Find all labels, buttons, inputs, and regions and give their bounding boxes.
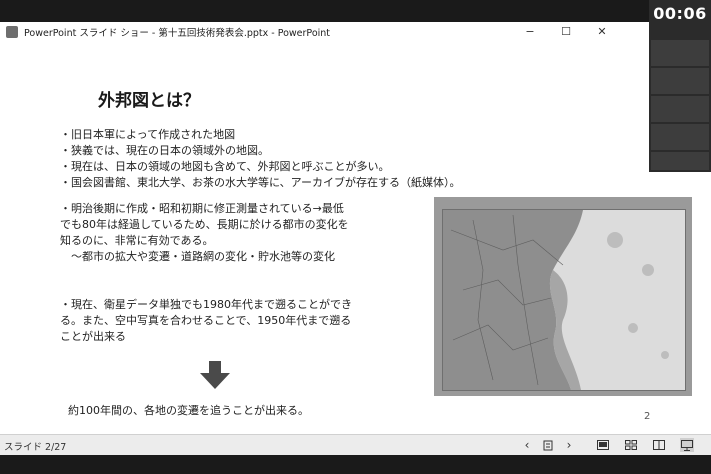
participant-video-tile[interactable] bbox=[651, 152, 709, 170]
bullet-text: ～都市の拡大や変遷・道路網の変化・貯水池等の変化 bbox=[60, 250, 335, 263]
window-title-bar: PowerPoint スライド ショー - 第十五回技術発表会.pptx - P… bbox=[0, 22, 711, 42]
reading-view-icon[interactable] bbox=[652, 438, 666, 452]
next-slide-icon[interactable]: › bbox=[562, 438, 576, 452]
slideshow-view-icon[interactable] bbox=[680, 438, 694, 452]
slide-counter: スライド 2/27 bbox=[4, 442, 67, 453]
bullet-text: でも80年は経過しているため、長期に於ける都市の変化を bbox=[60, 218, 349, 231]
bullet-text: ・旧日本軍によって作成された地図 bbox=[60, 128, 236, 141]
presentation-status-bar: スライド 2/27 ‹ › bbox=[0, 434, 711, 455]
window-title: PowerPoint スライド ショー - 第十五回技術発表会.pptx - P… bbox=[24, 28, 331, 39]
slide-canvas[interactable]: 外邦図とは？ ・旧日本軍によって作成された地図 ・狭義では、現在の日本の領域外の… bbox=[0, 42, 711, 434]
meeting-participant-panel: 00:06 bbox=[649, 0, 711, 172]
bullet-text: ・明治後期に作成・昭和初期に修正測量されている→最低 bbox=[60, 202, 344, 215]
participant-video-tile[interactable] bbox=[651, 40, 709, 66]
participant-video-tile[interactable] bbox=[651, 96, 709, 122]
powerpoint-app-icon bbox=[6, 26, 18, 38]
normal-view-icon[interactable] bbox=[596, 438, 610, 452]
bullet-text: ・現在、衛星データ単独でも1980年代まで遡ることができ bbox=[60, 298, 352, 311]
slide-page-number: 2 bbox=[644, 411, 651, 422]
participant-video-tile[interactable] bbox=[651, 124, 709, 150]
bullet-text: 知るのに、非常に有効である。 bbox=[60, 234, 214, 247]
participant-video-tile[interactable] bbox=[651, 68, 709, 94]
historical-map-image bbox=[434, 197, 692, 396]
minimize-button[interactable]: − bbox=[516, 24, 544, 40]
bullet-text: る。また、空中写真を合わせることで、1950年代まで遡る bbox=[60, 314, 352, 327]
slide-sorter-icon[interactable] bbox=[624, 438, 638, 452]
slide-title: 外邦図とは？ bbox=[98, 91, 200, 111]
down-arrow-icon bbox=[200, 361, 230, 389]
meeting-timer: 00:06 bbox=[653, 4, 707, 23]
bullet-text: ことが出来る bbox=[60, 330, 126, 343]
slide-list-icon[interactable] bbox=[541, 438, 555, 452]
maximize-button[interactable]: ☐ bbox=[552, 24, 580, 40]
previous-slide-icon[interactable]: ‹ bbox=[520, 438, 534, 452]
bullet-text: ・国会図書館、東北大学、お茶の水大学等に、アーカイブが存在する（紙媒体）。 bbox=[60, 176, 461, 189]
bullet-text: ・現在は、日本の領域の地図も含めて、外邦図と呼ぶことが多い。 bbox=[60, 160, 390, 173]
conclusion-text: 約100年間の、各地の変遷を追うことが出来る。 bbox=[68, 404, 309, 417]
bullet-text: ・狭義では、現在の日本の領域外の地図。 bbox=[60, 144, 269, 157]
close-button[interactable]: ✕ bbox=[588, 24, 616, 40]
